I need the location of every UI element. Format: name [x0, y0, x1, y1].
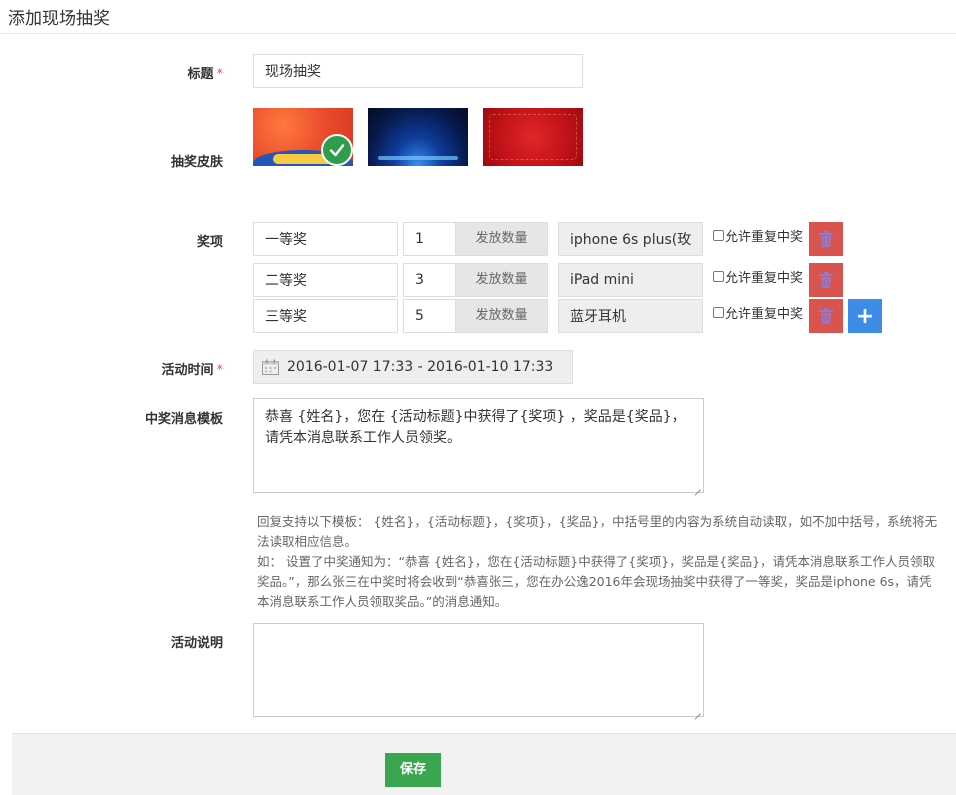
prize-count-input[interactable]	[403, 299, 456, 333]
prize-item-input[interactable]	[558, 263, 703, 297]
title-input[interactable]	[253, 54, 583, 88]
save-button[interactable]: 保存	[385, 753, 441, 787]
template-text: 恭喜 {姓名}，您在 {活动标题}中获得了{奖项} ，奖品是{奖品}，请凭本消息…	[265, 409, 686, 446]
prize-name-input[interactable]	[253, 222, 398, 256]
prize-label: 奖项	[196, 235, 223, 250]
template-label: 中奖消息模板	[144, 412, 223, 427]
trash-icon	[819, 231, 833, 247]
repeat-checkbox[interactable]: 允许重复中奖	[713, 303, 803, 322]
skin-option-red-festival[interactable]	[253, 108, 353, 166]
date-range-picker[interactable]: 2016-01-07 17:33 - 2016-01-10 17:33	[253, 350, 573, 384]
form-footer	[12, 733, 956, 795]
required-mark: *	[216, 67, 224, 82]
template-help: 回复支持以下模板： {姓名}，{活动标题}，{奖项}，{奖品}，中括号里的内容为…	[257, 512, 940, 612]
repeat-checkbox[interactable]: 允许重复中奖	[713, 267, 803, 286]
prize-item-input[interactable]	[558, 222, 703, 256]
skin-option-blue-stage[interactable]	[368, 108, 468, 166]
time-label: 活动时间 *	[161, 359, 223, 378]
checkbox-box[interactable]	[713, 230, 724, 241]
prize-item-input[interactable]	[558, 299, 703, 333]
checkmark-icon	[321, 134, 353, 166]
help-example: 如： 设置了中奖通知为：“恭喜 {姓名}，您在{活动标题}中获得了{奖项}，奖品…	[257, 554, 936, 609]
title-label-text: 标题	[187, 67, 214, 82]
repeat-label: 允许重复中奖	[725, 230, 804, 245]
prize-name-input[interactable]	[253, 263, 398, 297]
date-range-value: 2016-01-07 17:33 - 2016-01-10 17:33	[287, 359, 554, 375]
calendar-icon	[262, 359, 279, 375]
prize-name-input[interactable]	[253, 299, 398, 333]
title-divider	[0, 33, 956, 34]
checkbox-box[interactable]	[713, 271, 724, 282]
prize-count-input[interactable]	[403, 263, 456, 297]
repeat-checkbox[interactable]: 允许重复中奖	[713, 226, 803, 245]
required-mark: *	[216, 363, 224, 378]
repeat-label: 允许重复中奖	[725, 271, 804, 286]
title-label: 标题 *	[187, 63, 223, 82]
time-label-text: 活动时间	[161, 363, 214, 378]
prize-count-input[interactable]	[403, 222, 456, 256]
page-title: 添加现场抽奖	[8, 9, 110, 29]
resize-handle-icon[interactable]	[693, 706, 701, 714]
resize-handle-icon[interactable]	[693, 482, 701, 490]
description-textarea[interactable]	[253, 623, 704, 717]
count-addon: 发放数量	[456, 222, 548, 256]
delete-prize-button[interactable]	[809, 299, 843, 333]
repeat-label: 允许重复中奖	[725, 307, 804, 322]
skin-label: 抽奖皮肤	[170, 155, 223, 170]
add-prize-button[interactable]: +	[848, 299, 882, 333]
trash-icon	[819, 308, 833, 324]
count-addon: 发放数量	[456, 299, 548, 333]
delete-prize-button[interactable]	[809, 263, 843, 297]
checkbox-box[interactable]	[713, 307, 724, 318]
delete-prize-button[interactable]	[809, 222, 843, 256]
message-template-textarea[interactable]: 恭喜 {姓名}，您在 {活动标题}中获得了{奖项} ，奖品是{奖品}，请凭本消息…	[253, 398, 704, 493]
count-addon: 发放数量	[456, 263, 548, 297]
description-label: 活动说明	[170, 636, 223, 651]
help-line: 回复支持以下模板： {姓名}，{活动标题}，{奖项}，{奖品}，中括号里的内容为…	[257, 514, 938, 549]
skin-option-red-pattern[interactable]	[483, 108, 583, 166]
trash-icon	[819, 272, 833, 288]
